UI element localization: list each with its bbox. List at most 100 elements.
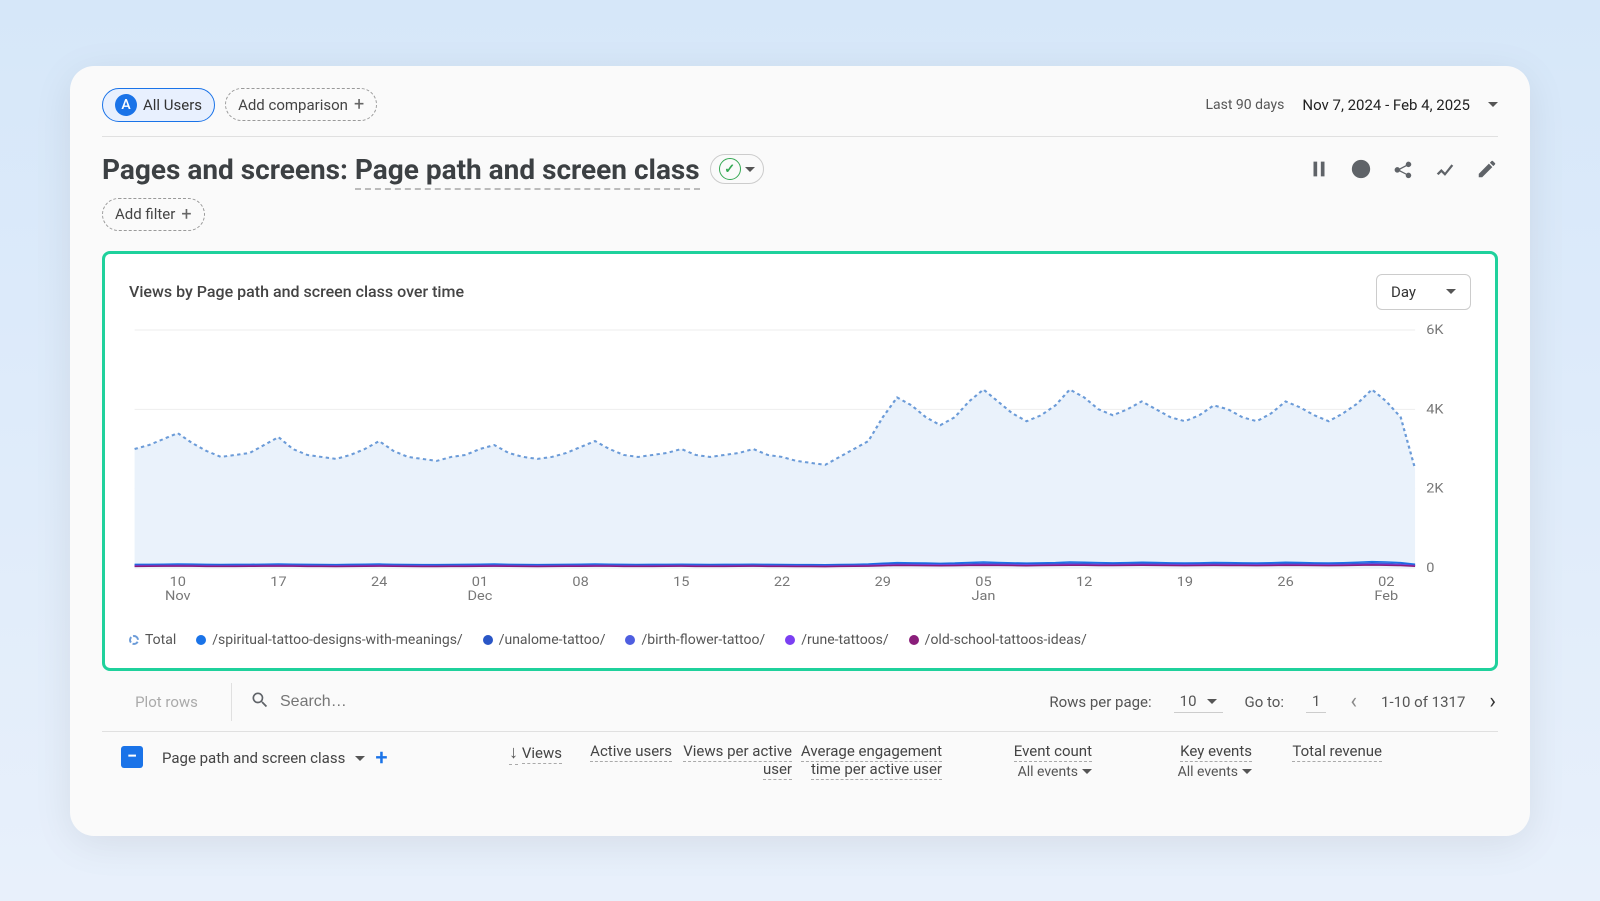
title-actions <box>1308 158 1498 180</box>
chart-legend: Total/spiritual-tattoo-designs-with-mean… <box>129 632 1471 648</box>
share-icon[interactable] <box>1392 158 1414 180</box>
title-status-dropdown[interactable]: ✓ <box>710 154 764 184</box>
legend-item[interactable]: /birth-flower-tattoo/ <box>625 632 765 648</box>
legend-label: /birth-flower-tattoo/ <box>641 632 765 648</box>
svg-text:22: 22 <box>774 574 791 589</box>
svg-text:Dec: Dec <box>467 588 492 603</box>
col-views[interactable]: ↓ Views <box>442 742 562 763</box>
svg-text:24: 24 <box>371 574 388 589</box>
svg-text:10: 10 <box>170 574 186 589</box>
svg-text:Jan: Jan <box>971 588 995 603</box>
rows-per-page-label: Rows per page: <box>1049 693 1151 711</box>
legend-dot <box>625 635 635 645</box>
add-filter-label: Add filter <box>115 205 175 223</box>
svg-text:02: 02 <box>1378 574 1395 589</box>
plus-icon: + <box>354 94 364 115</box>
svg-text:4K: 4K <box>1426 402 1444 417</box>
svg-text:05: 05 <box>975 574 992 589</box>
caret-down-icon <box>1082 769 1092 774</box>
audience-chip[interactable]: A All Users <box>102 88 215 122</box>
trend-icon[interactable] <box>1434 158 1456 180</box>
legend-label: /unalome-tattoo/ <box>499 632 606 648</box>
svg-text:15: 15 <box>673 574 690 589</box>
chart-title: Views by Page path and screen class over… <box>129 282 464 301</box>
insights-icon[interactable] <box>1350 158 1372 180</box>
add-comparison-button[interactable]: Add comparison + <box>225 88 377 121</box>
col-views-per-user[interactable]: Views per active user <box>672 742 792 778</box>
svg-text:2K: 2K <box>1426 481 1444 496</box>
goto-label: Go to: <box>1245 693 1284 711</box>
svg-text:6K: 6K <box>1426 322 1444 337</box>
date-range-label: Last 90 days <box>1205 97 1284 113</box>
check-icon: ✓ <box>719 158 741 180</box>
key-events-filter[interactable]: All events <box>1092 764 1252 780</box>
chart-card: Views by Page path and screen class over… <box>102 251 1498 671</box>
svg-text:17: 17 <box>270 574 287 589</box>
svg-text:19: 19 <box>1177 574 1193 589</box>
svg-text:01: 01 <box>472 574 488 589</box>
date-range-value[interactable]: Nov 7, 2024 - Feb 4, 2025 <box>1302 96 1470 114</box>
col-total-revenue[interactable]: Total revenue <box>1252 742 1382 760</box>
legend-label: /spiritual-tattoo-designs-with-meanings/ <box>212 632 462 648</box>
edit-icon[interactable] <box>1476 158 1498 180</box>
search-input[interactable] <box>280 693 480 711</box>
legend-dot <box>785 635 795 645</box>
rows-per-page-select[interactable]: 10 <box>1174 690 1223 713</box>
granularity-value: Day <box>1391 283 1416 301</box>
search-icon <box>250 690 270 714</box>
caret-down-icon <box>1446 289 1456 294</box>
col-active-users[interactable]: Active users <box>562 742 672 760</box>
chart-plot[interactable]: 0 2K 4K 6K 10Nov 17 24 01Dec 08 15 22 29 05Jan 12 19 26… <box>129 320 1471 620</box>
legend-item[interactable]: Total <box>129 632 176 648</box>
table-header-row: − Page path and screen class + ↓ Views A… <box>102 731 1498 780</box>
svg-text:12: 12 <box>1076 574 1093 589</box>
plot-rows-button[interactable]: Plot rows <box>102 683 232 721</box>
legend-item[interactable]: /unalome-tattoo/ <box>483 632 606 648</box>
legend-dot <box>909 635 919 645</box>
col-event-count[interactable]: Event count All events <box>942 742 1092 780</box>
goto-input[interactable]: 1 <box>1306 690 1326 713</box>
caret-down-icon[interactable] <box>1488 102 1498 107</box>
legend-item[interactable]: /rune-tattoos/ <box>785 632 888 648</box>
legend-label: Total <box>145 632 176 648</box>
page-title: Pages and screens: Page path and screen … <box>102 153 700 186</box>
col-avg-engagement[interactable]: Average engagement time per active user <box>792 742 942 778</box>
dimension-picker[interactable]: Page path and screen class <box>355 153 700 190</box>
granularity-select[interactable]: Day <box>1376 274 1471 310</box>
audience-badge-icon: A <box>115 94 137 116</box>
audience-label: All Users <box>143 96 202 114</box>
add-dimension-button[interactable]: + <box>375 746 387 771</box>
select-all-checkbox[interactable]: − <box>121 746 143 768</box>
legend-item[interactable]: /old-school-tattoos-ideas/ <box>909 632 1087 648</box>
caret-down-icon <box>1242 769 1252 774</box>
next-page-icon[interactable]: › <box>1487 689 1498 714</box>
event-count-filter[interactable]: All events <box>942 764 1092 780</box>
sort-down-icon: ↓ <box>509 742 518 765</box>
add-filter-button[interactable]: Add filter + <box>102 198 205 231</box>
svg-text:29: 29 <box>875 574 891 589</box>
titlebar: Pages and screens: Page path and screen … <box>102 153 1498 186</box>
caret-down-icon[interactable] <box>355 756 365 761</box>
svg-text:08: 08 <box>572 574 588 589</box>
legend-dot <box>483 635 493 645</box>
topbar: A All Users Add comparison + Last 90 day… <box>102 84 1498 137</box>
svg-text:Feb: Feb <box>1374 588 1398 603</box>
svg-text:Nov: Nov <box>165 588 191 603</box>
legend-item[interactable]: /spiritual-tattoo-designs-with-meanings/ <box>196 632 462 648</box>
legend-label: /old-school-tattoos-ideas/ <box>925 632 1087 648</box>
plus-icon: + <box>181 204 191 225</box>
svg-text:0: 0 <box>1426 560 1434 575</box>
legend-dot <box>196 635 206 645</box>
legend-label: /rune-tattoos/ <box>801 632 888 648</box>
legend-dot <box>129 635 139 645</box>
dimension-column-header[interactable]: Page path and screen class <box>162 749 345 767</box>
caret-down-icon <box>1207 699 1217 704</box>
prev-page-icon[interactable]: ‹ <box>1348 689 1359 714</box>
compare-icon[interactable] <box>1308 158 1330 180</box>
col-key-events[interactable]: Key events All events <box>1092 742 1252 780</box>
svg-text:26: 26 <box>1277 574 1294 589</box>
table-controls: Plot rows Rows per page: 10 Go to: 1 ‹ 1… <box>102 671 1498 721</box>
page-range: 1-10 of 1317 <box>1381 693 1465 711</box>
caret-down-icon <box>745 167 755 172</box>
add-comparison-label: Add comparison <box>238 96 348 114</box>
